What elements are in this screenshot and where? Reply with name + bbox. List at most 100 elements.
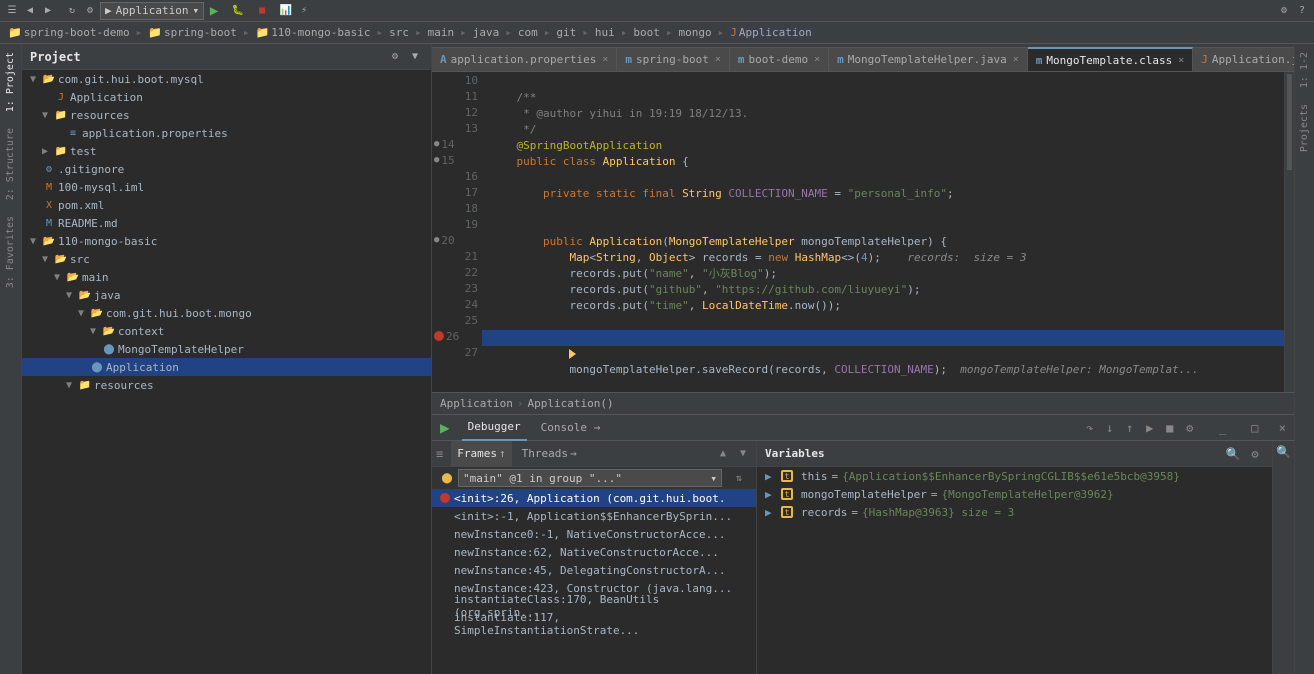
breadcrumb-spring-boot-demo[interactable]: 📁 spring-boot-demo — [4, 26, 134, 39]
debug-step-into[interactable]: ↓ — [1101, 419, 1119, 437]
tree-item-com-git[interactable]: ▼ 📂 com.git.hui.boot.mongo — [22, 304, 431, 322]
breadcrumb-git[interactable]: git — [552, 26, 580, 39]
editor-breadcrumb-constructor[interactable]: Application() — [527, 397, 613, 410]
tree-item-readme[interactable]: M README.md — [22, 214, 431, 232]
tree-item-mysql[interactable]: ▼ 📂 com.git.hui.boot.mysql — [22, 70, 431, 88]
breadcrumb-110-mongo-basic[interactable]: 📁 110-mongo-basic — [251, 26, 374, 39]
tree-item-src[interactable]: ▼ 📂 src — [22, 250, 431, 268]
tree-item-test[interactable]: ▶ 📁 test — [22, 142, 431, 160]
code-content[interactable]: /** * @author yihui in 19:19 18/12/13. *… — [482, 72, 1284, 392]
build-icon[interactable]: ⚙ — [82, 3, 98, 19]
tree-item-application-mongo[interactable]: ⬤ Application — [22, 358, 431, 376]
right-label-project[interactable]: Projects — [1297, 96, 1312, 160]
tree-item-application-mysql[interactable]: J Application — [22, 88, 431, 106]
expand-icon-mongo-helper[interactable]: ▶ — [765, 488, 777, 501]
frames-up-icon[interactable]: ▲ — [714, 445, 732, 463]
frame-item-1[interactable]: <init>:-1, Application$$EnhancerBySprin.… — [432, 507, 756, 525]
thread-sort-icon[interactable]: ⇅ — [730, 469, 748, 487]
breadcrumb-com[interactable]: com — [514, 26, 542, 39]
frame-item-0[interactable]: <init>:26, Application (com.git.hui.boot… — [432, 489, 756, 507]
close-tab-mongo-class[interactable]: × — [1178, 55, 1184, 66]
var-item-records[interactable]: ▶ t records = {HashMap@3963} size = 3 — [757, 503, 1272, 521]
debug-maximize[interactable]: □ — [1243, 418, 1267, 438]
debug-close-btn[interactable]: × — [1279, 421, 1286, 435]
debug-settings[interactable]: ⚙ — [1181, 419, 1199, 437]
debug-tab-console[interactable]: Console → — [535, 415, 607, 441]
debug-variables-panel: Variables 🔍 ⚙ ▶ t this = {Application$ — [757, 441, 1272, 674]
editor-scrollbar[interactable] — [1284, 72, 1294, 392]
var-item-this[interactable]: ▶ t this = {Application$$EnhancerBySprin… — [757, 467, 1272, 485]
close-tab-application-properties[interactable]: × — [602, 54, 608, 65]
editor-breadcrumb-application[interactable]: Application — [440, 397, 513, 410]
tree-item-resources-mysql[interactable]: ▼ 📁 resources — [22, 106, 431, 124]
tab-boot-demo[interactable]: m boot-demo × — [730, 47, 829, 71]
var-item-mongo-helper[interactable]: ▶ t mongoTemplateHelper = {MongoTemplate… — [757, 485, 1272, 503]
close-tab-mongo-helper[interactable]: × — [1013, 54, 1019, 65]
debug-resume[interactable]: ▶ — [1141, 419, 1159, 437]
tree-item-100-mysql-iml[interactable]: M 100-mysql.iml — [22, 178, 431, 196]
debug-stop[interactable]: ■ — [1161, 419, 1179, 437]
tree-item-java[interactable]: ▼ 📂 java — [22, 286, 431, 304]
tree-item-gitignore[interactable]: ⚙ .gitignore — [22, 160, 431, 178]
run-button[interactable]: ▶ — [206, 3, 222, 19]
sync-icon[interactable]: ↻ — [64, 3, 80, 19]
debug-tab-debugger[interactable]: Debugger — [462, 415, 527, 441]
tree-item-mongo-template-helper[interactable]: ⬤ MongoTemplateHelper — [22, 340, 431, 358]
tree-item-resources-mongo[interactable]: ▼ 📁 resources — [22, 376, 431, 394]
breadcrumb-java[interactable]: java — [469, 26, 504, 39]
expand-icon-records[interactable]: ▶ — [765, 506, 777, 519]
scrollbar-thumb[interactable] — [1287, 74, 1292, 170]
tab-mongo-template-helper[interactable]: m MongoTemplateHelper.java × — [829, 47, 1028, 71]
breadcrumb-main[interactable]: main — [424, 26, 459, 39]
breadcrumb-src[interactable]: src — [385, 26, 413, 39]
structure-tab[interactable]: 2: Structure — [2, 120, 19, 208]
frame-item-2[interactable]: newInstance0:-1, NativeConstructorAcce..… — [432, 525, 756, 543]
breadcrumb-application[interactable]: J Application — [726, 26, 815, 39]
close-tab-spring-boot[interactable]: × — [715, 54, 721, 65]
tab-spring-boot[interactable]: m spring-boot × — [617, 47, 730, 71]
var-filter-icon[interactable]: ⚙ — [1246, 445, 1264, 463]
debug-minimize[interactable]: _ — [1211, 418, 1235, 438]
debug-sub-tab-threads[interactable]: Threads → — [516, 441, 583, 467]
tab-application-properties[interactable]: A application.properties × — [432, 47, 617, 71]
var-search-icon[interactable]: 🔍 — [1224, 445, 1242, 463]
debug-left-panel: ≡ Frames ↑ Threads → ▲ ▼ — [432, 441, 757, 674]
menu-icon[interactable]: ☰ — [4, 3, 20, 19]
tree-item-context[interactable]: ▼ 📂 context — [22, 322, 431, 340]
project-expand-icon[interactable]: ▼ — [407, 49, 423, 65]
run-config-dropdown[interactable]: ▶ Application ▾ — [100, 2, 204, 20]
project-tab[interactable]: 1: Project — [2, 44, 19, 120]
breadcrumb-mongo[interactable]: mongo — [675, 26, 716, 39]
coverage-button[interactable]: 📊 — [278, 3, 294, 19]
breadcrumb-boot[interactable]: boot — [629, 26, 664, 39]
tree-item-110-mongo-basic[interactable]: ▼ 📂 110-mongo-basic — [22, 232, 431, 250]
expand-icon-this[interactable]: ▶ — [765, 470, 777, 483]
right-label-1[interactable]: 1: 1-2 — [1297, 44, 1312, 96]
debug-step-over[interactable]: ↷ — [1081, 419, 1099, 437]
help-icon[interactable]: ? — [1294, 3, 1310, 19]
tree-item-pom[interactable]: X pom.xml — [22, 196, 431, 214]
project-settings-icon[interactable]: ⚙ — [387, 49, 403, 65]
debug-step-out[interactable]: ↑ — [1121, 419, 1139, 437]
right-search-icon[interactable]: 🔍 — [1275, 443, 1293, 461]
favorites-tab[interactable]: 3: Favorites — [2, 208, 19, 296]
close-tab-boot-demo[interactable]: × — [814, 54, 820, 65]
stop-button[interactable]: ■ — [254, 3, 270, 19]
debug-run-button[interactable]: 🐛 — [230, 3, 246, 19]
tab-application-java[interactable]: J Application.java × — [1193, 47, 1294, 71]
frame-item-7[interactable]: instantiate:117, SimpleInstantiationStra… — [432, 615, 756, 633]
debug-sub-tab-frames[interactable]: Frames ↑ — [451, 441, 511, 467]
back-icon[interactable]: ◀ — [22, 3, 38, 19]
frame-item-3[interactable]: newInstance:62, NativeConstructorAcce... — [432, 543, 756, 561]
breadcrumb-hui[interactable]: hui — [591, 26, 619, 39]
settings-icon[interactable]: ⚙ — [1276, 3, 1292, 19]
frame-item-4[interactable]: newInstance:45, DelegatingConstructorA..… — [432, 561, 756, 579]
profile-button[interactable]: ⚡ — [296, 3, 312, 19]
breadcrumb-spring-boot[interactable]: 📁 spring-boot — [144, 26, 241, 39]
frames-down-icon[interactable]: ▼ — [734, 445, 752, 463]
thread-dropdown[interactable]: "main" @1 in group "..." ▾ — [458, 469, 722, 487]
tree-item-app-props[interactable]: ≡ application.properties — [22, 124, 431, 142]
forward-icon[interactable]: ▶ — [40, 3, 56, 19]
tab-mongo-template-class[interactable]: m MongoTemplate.class × — [1028, 47, 1194, 71]
tree-item-main[interactable]: ▼ 📂 main — [22, 268, 431, 286]
